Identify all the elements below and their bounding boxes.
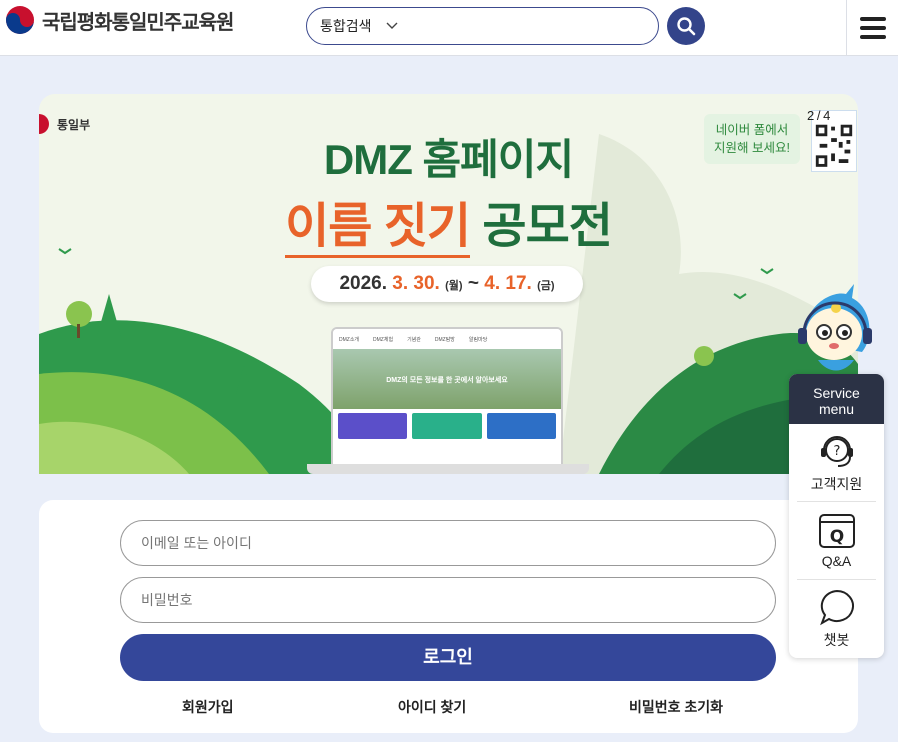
search-bar: 통합검색	[306, 7, 659, 45]
laptop-mockup: DMZ소개 DMZ체험 기념관 DMZ탐방 알림마당 DMZ의 모든 정보를 한…	[331, 327, 563, 467]
chat-bubble-icon	[819, 589, 854, 626]
service-menu-title-line2: menu	[818, 401, 855, 417]
chevron-down-icon	[386, 22, 398, 29]
laptop-base	[307, 464, 589, 474]
search-input[interactable]	[405, 11, 658, 41]
login-form: 로그인 회원가입 아이디 찾기 비밀번호 초기화	[39, 500, 858, 733]
mascot-character-icon	[798, 284, 872, 371]
naver-note-line1: 네이버 폼에서	[715, 123, 789, 137]
date-start-day: (월)	[445, 280, 463, 292]
date-end-day: (금)	[537, 280, 555, 292]
search-scope-label: 통합검색	[320, 18, 372, 34]
naver-form-note: 네이버 폼에서 지원해 보세요!	[704, 114, 800, 164]
laptop-card	[338, 413, 408, 439]
laptop-card	[486, 413, 556, 439]
login-button[interactable]: 로그인	[120, 634, 776, 681]
date-pill: 2026. 3. 30. (월) ~ 4. 17. (금)	[311, 266, 583, 302]
service-menu-header: Service menu	[789, 374, 884, 424]
site-title: 국립평화통일민주교육원	[42, 11, 234, 34]
date-end: 4. 17.	[484, 273, 532, 294]
headset-icon: ?	[820, 435, 853, 467]
id-field[interactable]	[120, 520, 776, 566]
laptop-nav-item: DMZ소개	[339, 336, 360, 343]
service-item-label: 챗봇	[823, 632, 850, 648]
laptop-nav-item: DMZ체험	[373, 336, 394, 343]
site-header: 국립평화통일민주교육원 통합검색	[0, 0, 898, 56]
laptop-cards	[333, 409, 561, 443]
laptop-card	[412, 413, 482, 439]
service-item-qa[interactable]: Q Q&A	[797, 502, 876, 580]
service-menu: Service menu ? 고객지원 Q Q&A 챗봇	[789, 374, 884, 658]
laptop-hero: DMZ의 모든 정보를 한 곳에서 알아보세요	[333, 349, 561, 409]
laptop-nav-item: 알림마당	[468, 336, 488, 343]
find-id-link[interactable]: 아이디 찾기	[398, 697, 466, 717]
search-button[interactable]	[667, 7, 705, 45]
date-year: 2026.	[339, 273, 388, 294]
hamburger-menu-icon	[859, 17, 886, 39]
qa-icon: Q	[818, 513, 855, 548]
svg-text:?: ?	[833, 444, 840, 459]
laptop-nav: DMZ소개 DMZ체험 기념관 DMZ탐방 알림마당	[333, 329, 561, 349]
banner-title-highlight: 이름 짓기	[285, 200, 471, 258]
menu-button[interactable]	[846, 0, 898, 56]
banner-page-indicator: 2 / 4	[807, 108, 830, 123]
search-scope-select[interactable]: 통합검색	[320, 16, 398, 36]
site-logo[interactable]: 국립평화통일민주교육원	[4, 4, 234, 36]
date-start: 3. 30.	[392, 273, 440, 294]
service-menu-title-line1: Service	[813, 385, 860, 401]
banner-title-rest: 공모전	[482, 200, 612, 253]
svg-text:Q: Q	[829, 527, 843, 547]
banner-title-line2: 이름 짓기 공모전	[39, 186, 858, 258]
signup-link[interactable]: 회원가입	[182, 697, 234, 717]
id-input[interactable]	[141, 535, 775, 551]
taegeuk-logo-icon	[6, 6, 34, 34]
service-item-chatbot[interactable]: 챗봇	[797, 580, 876, 658]
service-item-label: 고객지원	[810, 475, 863, 492]
laptop-nav-item: 기념관	[407, 336, 421, 343]
search-icon	[677, 17, 696, 36]
password-input[interactable]	[141, 592, 775, 608]
service-item-label: Q&A	[821, 552, 852, 569]
event-banner[interactable]: 통일부 DMZ 홈페이지 이름 짓기 공모전 2026. 3. 30. (월) …	[39, 94, 858, 474]
password-field[interactable]	[120, 577, 776, 623]
reset-password-link[interactable]: 비밀번호 초기화	[629, 697, 723, 717]
service-item-customer-support[interactable]: ? 고객지원	[797, 424, 876, 502]
naver-note-line2: 지원해 보세요!	[714, 141, 790, 155]
laptop-hero-caption: DMZ의 모든 정보를 한 곳에서 알아보세요	[386, 377, 508, 384]
laptop-nav-item: DMZ탐방	[434, 336, 455, 343]
date-separator: ~	[467, 273, 479, 294]
